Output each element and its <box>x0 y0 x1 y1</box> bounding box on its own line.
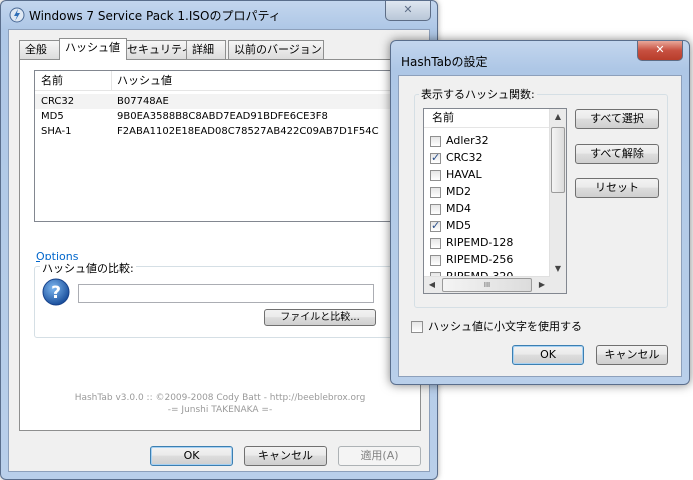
algorithm-item[interactable]: MD2 <box>424 184 566 201</box>
algorithm-item[interactable]: RIPEMD-256 <box>424 252 566 269</box>
algorithm-item[interactable]: HAVAL <box>424 167 566 184</box>
tab-hash[interactable]: ハッシュ値 <box>59 38 127 60</box>
algorithm-name: MD5 <box>446 219 471 232</box>
hashtab-lightning-icon <box>9 7 25 23</box>
dialog-client-area: 表示するハッシュ関数: 名前 Adler32 ✓ CRC32 HAVAL MD2… <box>398 75 682 377</box>
algorithm-list[interactable]: 名前 Adler32 ✓ CRC32 HAVAL MD2 MD4 ✓ MD5 R… <box>423 108 567 294</box>
tab-security[interactable]: セキュリティ <box>121 40 193 59</box>
column-name[interactable]: 名前 <box>35 71 112 90</box>
algorithm-list-header[interactable]: 名前 <box>424 109 550 128</box>
lowercase-label[interactable]: ハッシュ値に小文字を使用する <box>428 318 582 334</box>
algorithm-checkbox[interactable]: ✓ <box>430 219 441 232</box>
algorithm-name: Adler32 <box>446 134 489 147</box>
algorithm-name: CRC32 <box>446 151 483 164</box>
credits-line-1: HashTab v3.0.0 :: ©2009-2008 Cody Batt -… <box>74 393 366 403</box>
algorithm-name: RIPEMD-128 <box>446 236 514 249</box>
apply-button[interactable]: 適用(A) <box>338 446 421 466</box>
algorithm-item[interactable]: Adler32 <box>424 133 566 150</box>
hash-value: 9B0EA3588B8C8ABD7EAD91BDFE6CE3F8 <box>117 111 328 122</box>
scroll-down-arrow-icon[interactable]: ▼ <box>550 261 566 277</box>
algorithm-item[interactable]: MD4 <box>424 201 566 218</box>
svg-text:?: ? <box>51 283 61 303</box>
algorithm-item[interactable]: ✓ CRC32 <box>424 150 566 167</box>
hash-functions-label: 表示するハッシュ関数: <box>419 86 537 102</box>
algorithm-checkbox[interactable] <box>430 204 441 215</box>
algorithm-item[interactable]: ✓ MD5 <box>424 218 566 235</box>
column-hash[interactable]: ハッシュ値 <box>111 71 391 90</box>
close-button[interactable]: ✕ <box>385 1 431 21</box>
vertical-scrollbar[interactable]: ▲ ▼ <box>549 109 566 293</box>
deselect-all-button[interactable]: すべて解除 <box>575 144 659 164</box>
algorithm-checkbox[interactable] <box>430 238 441 249</box>
lowercase-checkbox[interactable] <box>411 321 423 333</box>
properties-window: Windows 7 Service Pack 1.ISOのプロパティ ✕ 全般 … <box>0 0 438 480</box>
hash-value: F2ABA1102E18EAD08C78527AB422C09AB7D1F54C <box>117 126 379 137</box>
algorithm-name: MD4 <box>446 202 471 215</box>
compare-file-button[interactable]: ファイルと比較... <box>264 309 376 326</box>
question-icon: ? <box>42 278 70 306</box>
hash-row[interactable]: MD5 9B0EA3588B8C8ABD7EAD91BDFE6CE3F8 <box>35 109 395 124</box>
hashtab-settings-dialog: HashTabの設定 ✕ 表示するハッシュ関数: 名前 Adler32 ✓ CR… <box>390 40 690 385</box>
hash-row[interactable]: SHA-1 F2ABA1102E18EAD08C78527AB422C09AB7… <box>35 124 395 139</box>
checkmark-icon: ✓ <box>431 219 441 232</box>
dialog-cancel-button[interactable]: キャンセル <box>596 345 668 365</box>
tab-previous-versions[interactable]: 以前のバージョン <box>228 40 324 59</box>
scroll-right-arrow-icon[interactable]: ▶ <box>534 277 550 293</box>
window-title: Windows 7 Service Pack 1.ISOのプロパティ <box>29 9 281 23</box>
ok-button[interactable]: OK <box>150 446 233 466</box>
hash-list-header: 名前 ハッシュ値 <box>35 71 395 91</box>
hash-compare-label: ハッシュ値の比較: <box>40 260 136 276</box>
algorithm-name: HAVAL <box>446 168 482 181</box>
algorithm-name: RIPEMD-256 <box>446 253 514 266</box>
algorithm-checkbox[interactable] <box>430 187 441 198</box>
vertical-scroll-thumb[interactable] <box>551 127 565 193</box>
tab-details[interactable]: 詳細 <box>186 40 226 59</box>
scroll-left-arrow-icon[interactable]: ◀ <box>424 277 440 293</box>
tab-general[interactable]: 全般 <box>19 40 61 59</box>
algorithm-name: MD2 <box>446 185 471 198</box>
hash-row[interactable]: CRC32 B07748AE <box>35 94 395 109</box>
dialog-title: HashTabの設定 <box>401 55 488 69</box>
dialog-ok-button[interactable]: OK <box>512 345 584 365</box>
select-all-button[interactable]: すべて選択 <box>575 109 659 129</box>
hash-list[interactable]: 名前 ハッシュ値 CRC32 B07748AE MD5 9B0EA3588B8C… <box>34 70 396 222</box>
hash-name: SHA-1 <box>41 126 72 137</box>
algorithm-item[interactable]: RIPEMD-128 <box>424 235 566 252</box>
hash-tab-pane: 名前 ハッシュ値 CRC32 B07748AE MD5 9B0EA3588B8C… <box>19 59 421 431</box>
dialog-close-button[interactable]: ✕ <box>637 41 683 61</box>
algorithm-checkbox[interactable] <box>430 255 441 266</box>
hash-compare-input[interactable] <box>78 284 374 303</box>
hash-name: MD5 <box>41 111 64 122</box>
credits-line-2: -= Junshi TAKENAKA =- <box>167 405 273 415</box>
algorithm-checkbox[interactable]: ✓ <box>430 151 441 164</box>
hash-value: B07748AE <box>117 96 169 107</box>
horizontal-scroll-thumb[interactable]: III <box>442 278 532 292</box>
horizontal-scrollbar[interactable]: ◀ III ▶ <box>424 276 550 293</box>
hash-name: CRC32 <box>41 96 75 107</box>
checkmark-icon: ✓ <box>431 151 441 164</box>
cancel-button[interactable]: キャンセル <box>244 446 327 466</box>
algorithm-checkbox[interactable] <box>430 136 441 147</box>
scroll-up-arrow-icon[interactable]: ▲ <box>550 109 566 125</box>
properties-client-area: 全般 ハッシュ値 セキュリティ 詳細 以前のバージョン 名前 ハッシュ値 CRC… <box>8 29 430 472</box>
reset-button[interactable]: リセット <box>575 178 659 198</box>
algorithm-checkbox[interactable] <box>430 170 441 181</box>
